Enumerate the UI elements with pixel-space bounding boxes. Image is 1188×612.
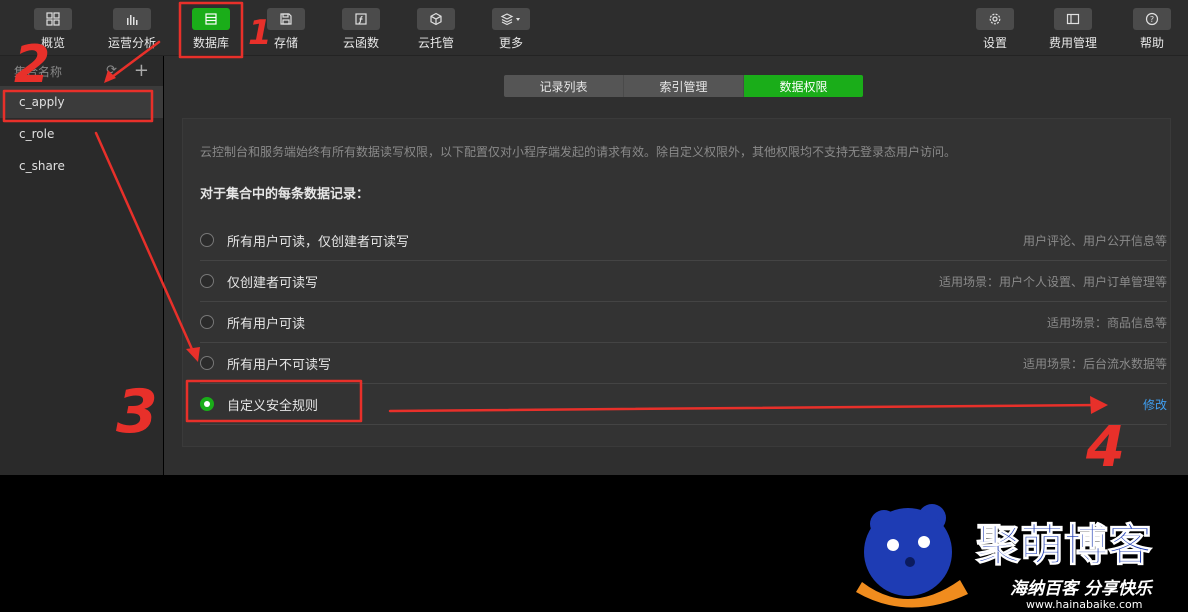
permission-option-custom-rules[interactable]: 自定义安全规则 修改 xyxy=(200,384,1167,425)
toolbar-overview[interactable]: 概览 xyxy=(17,0,89,55)
toolbar-label: 运营分析 xyxy=(107,36,156,50)
toolbar-help[interactable]: ? 帮助 xyxy=(1116,0,1188,55)
option-hint: 用户评论、用户公开信息等 xyxy=(1022,233,1167,248)
permissions-description: 云控制台和服务端始终有所有数据读写权限，以下配置仅对小程序端发起的请求有效。除自… xyxy=(200,145,957,159)
option-label: 自定义安全规则 xyxy=(227,398,319,414)
top-toolbar: 概览 运营分析 数据库 存储 云函数 云托管 更多 设置 费用管理 ? 帮助 xyxy=(0,0,1188,56)
sidebar-header-label: 集合名称 xyxy=(14,64,63,79)
permission-option-creator-only[interactable]: 仅创建者可读写 适用场景：用户个人设置、用户订单管理等 xyxy=(200,261,1167,302)
collection-item-c-apply[interactable]: c_apply xyxy=(0,86,163,118)
svg-text:?: ? xyxy=(1150,15,1154,24)
toolbar-label: 云函数 xyxy=(342,36,379,50)
option-hint: 适用场景：商品信息等 xyxy=(1046,315,1167,330)
toolbar-label: 数据库 xyxy=(192,36,229,50)
database-icon xyxy=(192,8,230,30)
watermark-url: www.hainabaike.com xyxy=(1026,598,1142,611)
radio-button[interactable] xyxy=(200,356,214,370)
watermark-subtitle: 海纳百客 分享快乐 xyxy=(1010,579,1154,599)
grid-icon xyxy=(34,8,72,30)
option-hint: 适用场景：后台流水数据等 xyxy=(1022,356,1167,371)
watermark-title: 聚萌博客 xyxy=(975,520,1152,571)
radio-button[interactable] xyxy=(200,233,214,247)
option-label: 仅创建者可读写 xyxy=(227,275,319,291)
edit-rules-link[interactable]: 修改 xyxy=(1143,396,1167,413)
segmented-tabs: 记录列表 索引管理 数据权限 xyxy=(504,75,863,97)
radio-button[interactable] xyxy=(200,274,214,288)
toolbar-billing[interactable]: 费用管理 xyxy=(1037,0,1109,55)
radio-button[interactable] xyxy=(200,315,214,329)
bar-chart-icon xyxy=(113,8,151,30)
collection-item-c-share[interactable]: c_share xyxy=(0,150,163,182)
tab-permissions[interactable]: 数据权限 xyxy=(744,75,863,97)
tab-indexes[interactable]: 索引管理 xyxy=(624,75,744,97)
tab-records[interactable]: 记录列表 xyxy=(504,75,624,97)
collection-name: c_role xyxy=(19,127,55,141)
permissions-panel: 云控制台和服务端始终有所有数据读写权限，以下配置仅对小程序端发起的请求有效。除自… xyxy=(182,118,1171,447)
layers-icon xyxy=(492,8,530,30)
function-icon xyxy=(342,8,380,30)
radio-button-checked[interactable] xyxy=(200,397,214,411)
toolbar-settings[interactable]: 设置 xyxy=(959,0,1031,55)
toolbar-label: 更多 xyxy=(498,36,523,50)
chevron-down-icon xyxy=(516,18,520,21)
toolbar-analytics[interactable]: 运营分析 xyxy=(96,0,168,55)
permissions-heading: 对于集合中的每条数据记录： xyxy=(200,187,370,202)
option-label: 所有用户可读，仅创建者可读写 xyxy=(227,234,410,250)
watermark-logo: 聚萌博客 海纳百客 分享快乐 www.hainabaike.com xyxy=(856,504,1154,611)
toolbar-storage[interactable]: 存储 xyxy=(250,0,322,55)
collection-name: c_apply xyxy=(19,95,65,109)
help-icon: ? xyxy=(1133,8,1171,30)
billing-icon xyxy=(1054,8,1092,30)
toolbar-database[interactable]: 数据库 xyxy=(175,0,247,55)
toolbar-label: 费用管理 xyxy=(1048,36,1097,50)
cube-icon xyxy=(417,8,455,30)
save-icon xyxy=(267,8,305,30)
toolbar-label: 概览 xyxy=(40,36,65,50)
bear-mascot-icon xyxy=(856,504,968,608)
toolbar-label: 存储 xyxy=(273,36,298,50)
toolbar-cloud-hosting[interactable]: 云托管 xyxy=(400,0,472,55)
permission-option-read-all[interactable]: 所有用户可读 适用场景：商品信息等 xyxy=(200,302,1167,343)
sidebar-header: 集合名称 ⟳ + xyxy=(0,56,163,86)
main-content: 记录列表 索引管理 数据权限 云控制台和服务端始终有所有数据读写权限，以下配置仅… xyxy=(164,56,1188,475)
collection-name: c_share xyxy=(19,159,65,173)
permission-option-read-all-write-creator[interactable]: 所有用户可读，仅创建者可读写 用户评论、用户公开信息等 xyxy=(200,220,1167,261)
option-hint: 适用场景：用户个人设置、用户订单管理等 xyxy=(938,274,1167,289)
toolbar-cloud-function[interactable]: 云函数 xyxy=(325,0,397,55)
toolbar-label: 帮助 xyxy=(1139,36,1164,50)
option-label: 所有用户可读 xyxy=(227,316,306,332)
collection-item-c-role[interactable]: c_role xyxy=(0,118,163,150)
toolbar-label: 设置 xyxy=(982,36,1007,50)
permission-option-no-access[interactable]: 所有用户不可读写 适用场景：后台流水数据等 xyxy=(200,343,1167,384)
option-label: 所有用户不可读写 xyxy=(227,357,332,373)
add-collection-icon[interactable]: + xyxy=(134,60,149,81)
gear-icon xyxy=(976,8,1014,30)
collection-sidebar: 集合名称 ⟳ + c_apply c_role c_share xyxy=(0,56,163,475)
toolbar-label: 云托管 xyxy=(417,36,454,50)
toolbar-more[interactable]: 更多 xyxy=(475,0,547,55)
refresh-icon[interactable]: ⟳ xyxy=(106,63,117,78)
